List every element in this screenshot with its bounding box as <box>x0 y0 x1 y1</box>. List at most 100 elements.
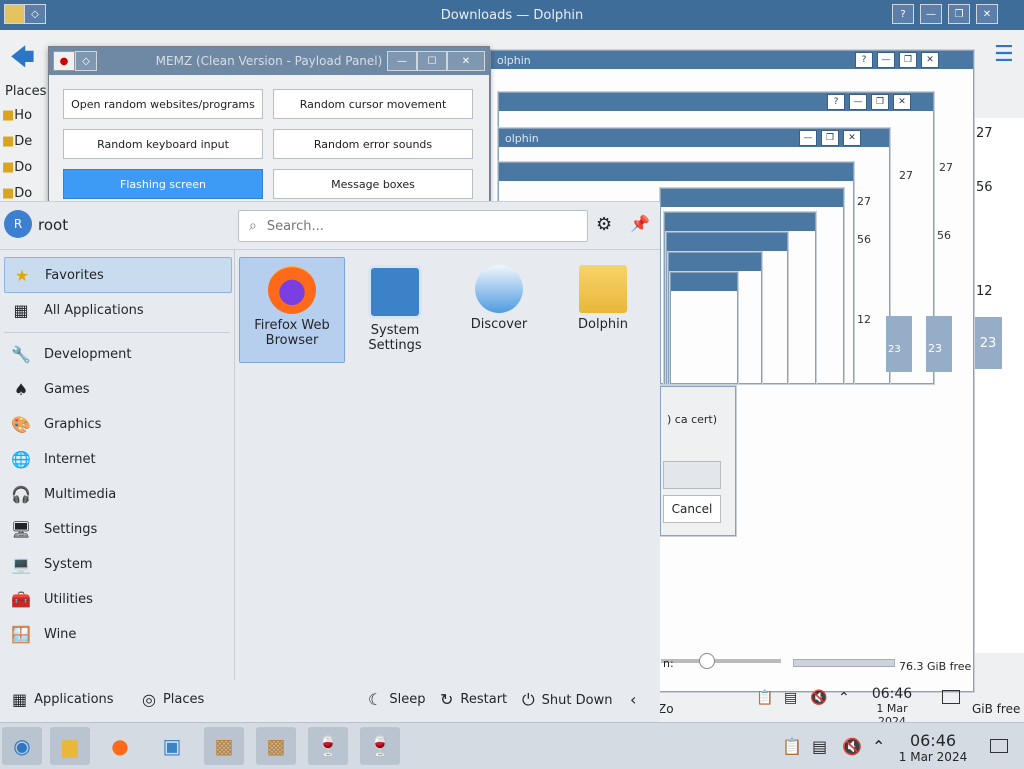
notes-icon[interactable]: ▤ <box>784 690 797 706</box>
close-button[interactable]: ✕ <box>843 130 861 146</box>
search-icon: ⌕ <box>249 218 257 234</box>
pin-icon[interactable]: ◇ <box>24 4 46 24</box>
minimize-button[interactable]: — <box>799 130 817 146</box>
moon-icon: ☾ <box>368 690 383 709</box>
category-settings[interactable]: 🖥 Settings <box>4 512 230 546</box>
selected-cell[interactable]: 23 <box>974 317 1002 369</box>
search-box[interactable]: ⌕ <box>238 210 588 242</box>
applications-tab[interactable]: ▦ Applications <box>12 690 114 709</box>
folder-icon <box>579 265 627 313</box>
app-label: System Settings <box>368 323 422 353</box>
task-memz-2[interactable]: ▩ <box>256 727 296 765</box>
category-label: Games <box>44 381 90 397</box>
task-wine-1[interactable]: 🍷 <box>308 727 348 765</box>
back-arrow-icon[interactable]: 🡄 <box>10 40 35 81</box>
minimize-button[interactable]: — <box>877 52 895 68</box>
category-development[interactable]: 🔧 Development <box>4 337 230 371</box>
discover-icon <box>475 265 523 313</box>
footer-label: Applications <box>34 692 114 707</box>
help-button[interactable]: ? <box>827 94 845 110</box>
clipboard-icon[interactable]: 📋 <box>782 737 802 756</box>
help-button[interactable]: ? <box>855 52 873 68</box>
places-tab[interactable]: ◎ Places <box>142 690 204 709</box>
clipboard-icon[interactable]: 📋 <box>756 690 773 706</box>
star-icon: ★ <box>14 265 30 285</box>
avatar[interactable]: R <box>4 210 32 238</box>
close-button[interactable]: ✕ <box>893 94 911 110</box>
maximize-button[interactable]: ☐ <box>417 51 447 71</box>
pin-icon[interactable]: 📌 <box>630 214 650 233</box>
chevron-up-icon[interactable]: ⌃ <box>872 737 885 756</box>
close-button[interactable]: ✕ <box>976 4 998 24</box>
category-all-applications[interactable]: ▦ All Applications <box>4 293 230 327</box>
restart-button[interactable]: ↻ Restart <box>440 690 507 709</box>
chevron-up-icon[interactable]: ⌃ <box>838 690 850 706</box>
category-label: All Applications <box>44 302 144 318</box>
search-input[interactable] <box>264 217 569 235</box>
app-discover[interactable]: Discover <box>447 257 551 361</box>
show-desktop-icon[interactable] <box>942 690 960 704</box>
keyboard-input-button[interactable]: Random keyboard input <box>63 129 263 159</box>
cert-text: ) ca cert) <box>667 413 718 426</box>
dialog-field[interactable] <box>663 461 721 489</box>
folder-icon <box>4 4 26 24</box>
error-sounds-button[interactable]: Random error sounds <box>273 129 473 159</box>
maximize-button[interactable]: ❐ <box>871 94 889 110</box>
time-cell: 56 <box>857 233 871 246</box>
app-firefox[interactable]: Firefox Web Browser <box>239 257 345 363</box>
app-system-settings[interactable]: System Settings <box>343 257 447 361</box>
category-label: Multimedia <box>44 486 117 502</box>
task-memz-1[interactable]: ▩ <box>204 727 244 765</box>
message-boxes-button[interactable]: Message boxes <box>273 169 473 199</box>
help-button[interactable]: ? <box>892 4 914 24</box>
cancel-button[interactable]: Cancel <box>663 495 721 523</box>
minimize-button[interactable]: — <box>387 51 417 71</box>
hamburger-menu-icon[interactable]: ☰ <box>994 42 1014 67</box>
pin-icon[interactable]: ◇ <box>75 51 97 71</box>
volume-muted-icon[interactable]: 🔇 <box>810 690 827 706</box>
sleep-button[interactable]: ☾ Sleep <box>368 690 425 709</box>
category-graphics[interactable]: 🎨 Graphics <box>4 407 230 441</box>
chevron-left-icon: ‹ <box>630 690 637 709</box>
close-button[interactable]: ✕ <box>921 52 939 68</box>
minimize-button[interactable]: — <box>920 4 942 24</box>
task-dolphin[interactable]: ▆ <box>50 727 90 765</box>
place-item-desktop[interactable]: ■De <box>2 134 32 154</box>
maximize-button[interactable]: ❐ <box>948 4 970 24</box>
show-desktop-icon[interactable] <box>990 739 1008 753</box>
category-label: Wine <box>44 626 77 642</box>
open-websites-button[interactable]: Open random websites/programs <box>63 89 263 119</box>
flashing-screen-button[interactable]: Flashing screen <box>63 169 263 199</box>
task-wine-2[interactable]: 🍷 <box>360 727 400 765</box>
category-label: Internet <box>44 451 96 467</box>
maximize-button[interactable]: ❐ <box>821 130 839 146</box>
clock[interactable]: 06:46 1 Mar 2024 <box>896 731 970 764</box>
maximize-button[interactable]: ❐ <box>899 52 917 68</box>
notes-icon[interactable]: ▤ <box>812 737 827 756</box>
category-utilities[interactable]: 🧰 Utilities <box>4 582 230 616</box>
launcher-button[interactable]: ◉ <box>2 727 42 765</box>
category-games[interactable]: ♠ Games <box>4 372 230 406</box>
minimize-button[interactable]: — <box>849 94 867 110</box>
configure-icon[interactable]: ⚙ <box>596 214 612 235</box>
taskbar: ◉ ▆ ● ▣ ▩ ▩ 🍷 🍷 📋 ▤ 🔇 ⌃ 06:46 1 Mar 2024 <box>0 722 1024 769</box>
zoom-slider[interactable] <box>661 659 781 663</box>
category-multimedia[interactable]: 🎧 Multimedia <box>4 477 230 511</box>
close-button[interactable]: ✕ <box>447 51 485 71</box>
cursor-movement-button[interactable]: Random cursor movement <box>273 89 473 119</box>
app-dolphin[interactable]: Dolphin <box>551 257 655 361</box>
grid-icon: ▦ <box>12 690 28 709</box>
place-item-documents[interactable]: ■Do <box>2 160 32 180</box>
category-internet[interactable]: 🌐 Internet <box>4 442 230 476</box>
shutdown-button[interactable]: ⏻ Shut Down <box>522 690 612 710</box>
category-system[interactable]: 💻 System <box>4 547 230 581</box>
zoom-slider-handle[interactable] <box>699 653 715 669</box>
category-wine[interactable]: 🪟 Wine <box>4 617 230 651</box>
category-favorites[interactable]: ★ Favorites <box>4 257 232 293</box>
place-item-home[interactable]: ■Ho <box>2 108 32 128</box>
volume-muted-icon[interactable]: 🔇 <box>842 737 862 756</box>
more-options-button[interactable]: ‹ <box>630 690 643 709</box>
category-label: System <box>44 556 93 572</box>
task-system-settings[interactable]: ▣ <box>152 727 192 765</box>
task-firefox[interactable]: ● <box>100 727 140 765</box>
